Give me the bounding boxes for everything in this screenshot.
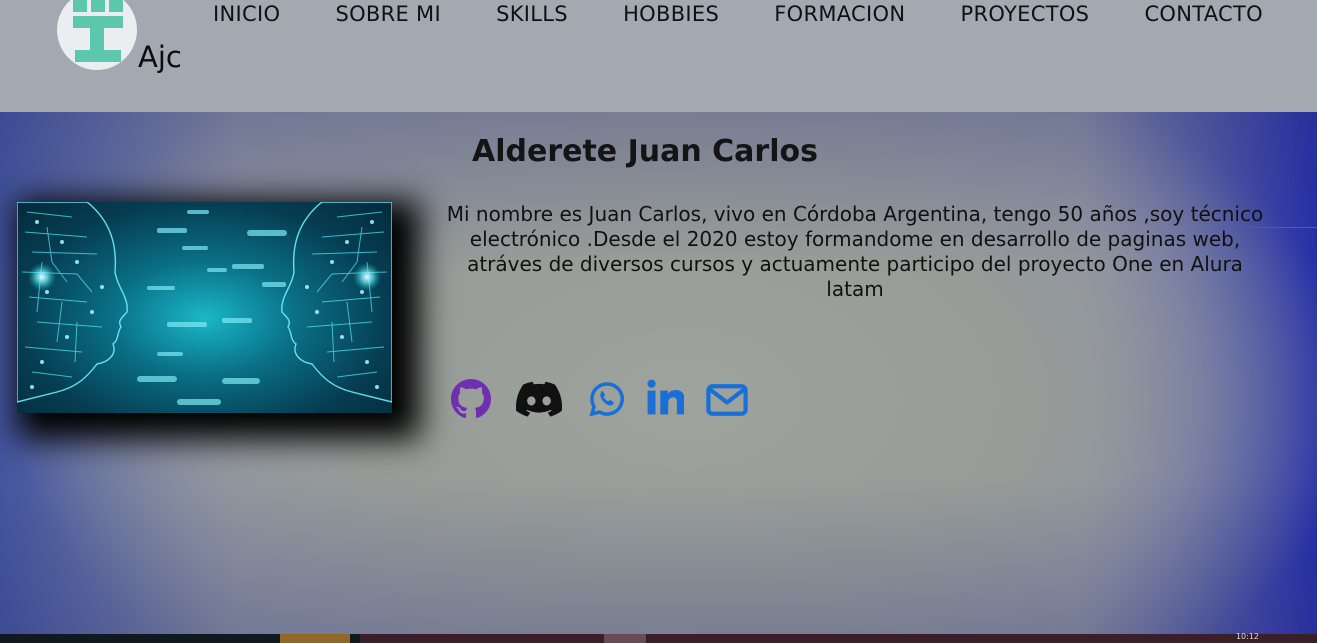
whatsapp-link[interactable]	[588, 378, 646, 420]
os-taskbar: 10:12	[0, 632, 1317, 643]
brand-name[interactable]: Ajc	[138, 40, 182, 74]
envelope-icon	[706, 384, 748, 416]
taskbar-clock: 10:12	[1235, 632, 1259, 641]
social-links	[450, 378, 750, 420]
nav-sobre-mi[interactable]: SOBRE MI	[335, 0, 441, 28]
nav-inicio[interactable]: INICIO	[213, 0, 280, 28]
circuit-faces-illustration	[17, 202, 392, 405]
discord-icon	[516, 381, 562, 417]
about-section: Alderete Juan Carlos Mi nombre es Juan C…	[0, 112, 1317, 634]
github-link[interactable]	[450, 378, 516, 420]
nav-formacion[interactable]: FORMACION	[774, 0, 905, 28]
main-nav: INICIO SOBRE MI SKILLS HOBBIES FORMACION…	[213, 0, 1263, 28]
nav-proyectos[interactable]: PROYECTOS	[961, 0, 1090, 28]
nav-skills[interactable]: SKILLS	[496, 0, 568, 28]
site-header: Ajc INICIO SOBRE MI SKILLS HOBBIES FORMA…	[0, 0, 1317, 112]
discord-link[interactable]	[516, 378, 588, 420]
whatsapp-icon	[589, 382, 624, 417]
page-title: Alderete Juan Carlos	[472, 134, 818, 169]
bio-text: Mi nombre es Juan Carlos, vivo en Córdob…	[446, 202, 1264, 301]
profile-image	[17, 202, 392, 413]
email-link[interactable]	[706, 378, 750, 420]
linkedin-link[interactable]	[646, 378, 706, 420]
linkedin-icon	[647, 379, 684, 415]
nav-hobbies[interactable]: HOBBIES	[623, 0, 719, 28]
nav-contacto[interactable]: CONTACTO	[1144, 0, 1263, 28]
logo-icon[interactable]	[57, 0, 137, 70]
github-icon	[451, 379, 491, 419]
divider	[1245, 227, 1317, 228]
